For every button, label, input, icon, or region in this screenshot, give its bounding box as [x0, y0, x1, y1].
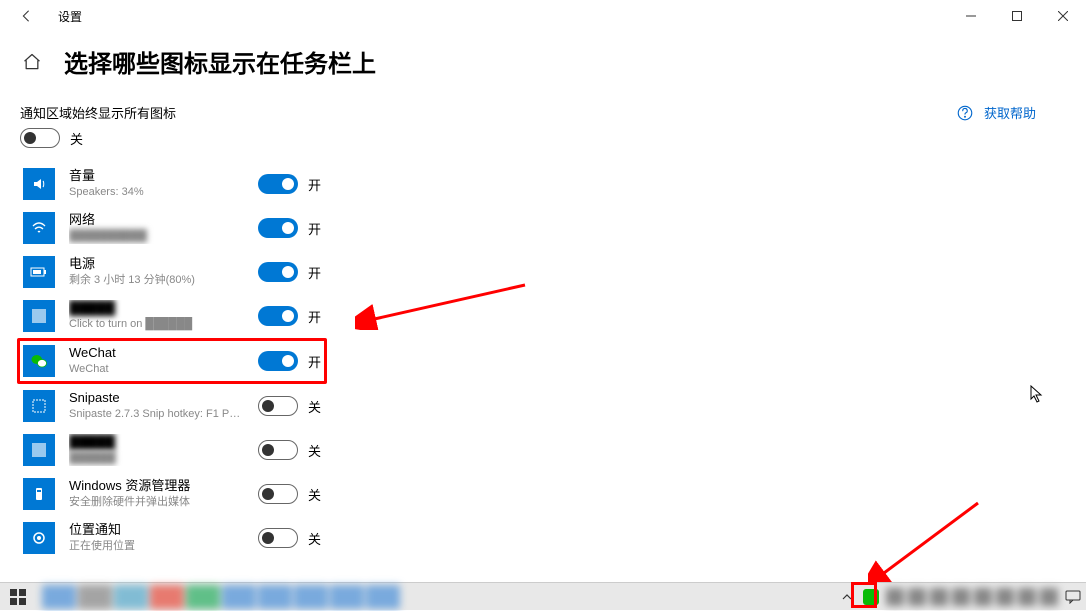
app-toggle[interactable]: [258, 484, 298, 504]
app-title: 位置通知: [69, 522, 244, 539]
app-toggle[interactable]: [258, 396, 298, 416]
global-toggle[interactable]: [20, 128, 60, 148]
app-subtitle: ██████████: [69, 229, 244, 243]
app-toggle[interactable]: [258, 174, 298, 194]
app-toggle[interactable]: [258, 528, 298, 548]
wifi-icon: [23, 212, 55, 244]
app-toggle-state: 关: [308, 397, 321, 416]
app-toggle[interactable]: [258, 351, 298, 371]
snip-icon: [23, 390, 55, 422]
page-title: 选择哪些图标显示在任务栏上: [64, 44, 376, 79]
app-toggle-state: 开: [308, 307, 321, 326]
close-button[interactable]: [1040, 0, 1086, 32]
app-title: Snipaste: [69, 390, 244, 407]
app-title: █████: [69, 434, 244, 451]
app-row-wechat: WeChat WeChat 开: [17, 338, 327, 384]
app-subtitle: ██████: [69, 451, 244, 465]
app-row--: 电源 剩余 3 小时 13 分钟(80%) 开: [20, 250, 700, 294]
get-help-link[interactable]: 获取帮助: [956, 103, 1036, 122]
app-toggle-state: 开: [308, 219, 321, 238]
generic-icon: [23, 300, 55, 332]
app-title: █████: [69, 300, 244, 317]
app-row--: █████ ██████ 关: [20, 428, 700, 472]
app-toggle[interactable]: [258, 306, 298, 326]
app-toggle[interactable]: [258, 440, 298, 460]
taskbar-pinned-apps[interactable]: [42, 585, 400, 609]
get-help-label: 获取帮助: [984, 103, 1036, 122]
app-row--: 音量 Speakers: 34% 开: [20, 162, 700, 206]
location-icon: [23, 522, 55, 554]
app-title: 电源: [69, 256, 244, 273]
app-row--: 位置通知 正在使用位置 关: [20, 516, 700, 560]
help-icon: [956, 104, 974, 122]
app-toggle[interactable]: [258, 262, 298, 282]
taskbar: [0, 582, 1086, 610]
back-button[interactable]: [10, 0, 42, 32]
app-title: 网络: [69, 212, 244, 229]
app-row-windows-: Windows 资源管理器 安全删除硬件并弹出媒体 关: [20, 472, 700, 516]
home-button[interactable]: [20, 50, 44, 74]
app-subtitle: 安全删除硬件并弹出媒体: [69, 495, 244, 509]
wechat-icon: [23, 345, 55, 377]
app-subtitle: 剩余 3 小时 13 分钟(80%): [69, 273, 244, 287]
usb-icon: [23, 478, 55, 510]
app-row-snipaste: Snipaste Snipaste 2.7.3 Snip hotkey: F1 …: [20, 384, 700, 428]
app-title: 音量: [69, 168, 244, 185]
app-row--: █████ Click to turn on ██████ 开: [20, 294, 700, 338]
app-subtitle: Speakers: 34%: [69, 185, 244, 199]
app-toggle[interactable]: [258, 218, 298, 238]
app-toggle-state: 关: [308, 441, 321, 460]
annotation-tray-highlight: [851, 582, 877, 608]
app-toggle-state: 开: [308, 352, 321, 371]
app-subtitle: Click to turn on ██████: [69, 317, 244, 331]
window-title: 设置: [58, 8, 82, 25]
maximize-button[interactable]: [994, 0, 1040, 32]
app-title: WeChat: [69, 345, 244, 362]
app-subtitle: WeChat: [69, 362, 244, 376]
app-toggle-state: 关: [308, 529, 321, 548]
generic-icon: [23, 434, 55, 466]
app-title: Windows 资源管理器: [69, 478, 244, 495]
app-subtitle: 正在使用位置: [69, 539, 244, 553]
action-center-icon[interactable]: [1064, 588, 1082, 606]
global-toggle-state: 关: [70, 129, 83, 148]
tray-icons-blurred[interactable]: [886, 588, 1058, 606]
global-toggle-label: 通知区域始终显示所有图标: [20, 103, 700, 122]
app-toggle-state: 开: [308, 263, 321, 282]
app-toggle-state: 关: [308, 485, 321, 504]
page-header: 选择哪些图标显示在任务栏上: [0, 32, 1086, 85]
titlebar: 设置: [0, 0, 1086, 32]
battery-icon: [23, 256, 55, 288]
start-button[interactable]: [0, 583, 36, 611]
window-controls: [948, 0, 1086, 32]
app-toggle-state: 开: [308, 175, 321, 194]
volume-icon: [23, 168, 55, 200]
app-subtitle: Snipaste 2.7.3 Snip hotkey: F1 Paste...: [69, 407, 244, 421]
minimize-button[interactable]: [948, 0, 994, 32]
app-row--: 网络 ██████████ 开: [20, 206, 700, 250]
